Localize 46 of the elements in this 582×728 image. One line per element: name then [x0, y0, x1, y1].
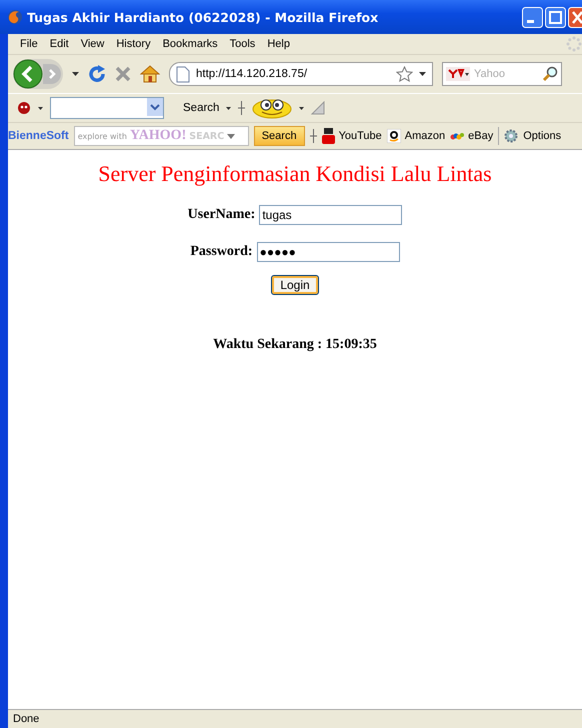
home-icon[interactable] [140, 65, 160, 83]
menu-item[interactable]: Bookmarks [156, 38, 224, 50]
reload-icon[interactable] [88, 65, 106, 83]
minimize-button[interactable] [522, 6, 543, 28]
field-label: Password: [190, 244, 253, 260]
yahoo-icon[interactable] [446, 67, 470, 81]
dropdown-icon[interactable] [226, 106, 232, 110]
menu-item[interactable]: History [110, 38, 157, 50]
search-button[interactable]: Search [254, 126, 305, 146]
menu-item[interactable]: Tools [224, 38, 262, 50]
gear-icon[interactable] [504, 129, 518, 143]
maximize-button[interactable] [545, 6, 566, 28]
chevron-down-icon[interactable] [147, 98, 163, 116]
menu-item[interactable]: Edit [44, 38, 75, 50]
toolbar-link[interactable]: YouTube [338, 130, 382, 142]
input-field[interactable]: tugas [259, 205, 402, 225]
grip-icon [310, 129, 317, 143]
field-label: UserName: [188, 207, 256, 223]
page-icon [176, 66, 190, 82]
dropdown-icon[interactable] [38, 106, 43, 110]
input-field[interactable]: ●●●●● [256, 242, 400, 262]
search-icon[interactable] [542, 66, 558, 82]
menu-item[interactable]: File [14, 38, 44, 50]
address-field[interactable]: http://114.120.218.75/ [169, 62, 433, 86]
options-menu[interactable]: Options [523, 130, 562, 142]
grip-icon [238, 101, 246, 115]
menu-item[interactable]: View [74, 38, 110, 50]
toolbar-link[interactable]: eBay [468, 130, 494, 142]
toolbar-link[interactable]: Amazon [404, 130, 446, 142]
back-forward-buttons[interactable] [13, 59, 63, 89]
smiley-icon[interactable] [252, 97, 292, 119]
youtube-icon[interactable] [322, 128, 335, 144]
search-button[interactable]: Search [183, 102, 220, 114]
login-button[interactable]: Login [271, 275, 319, 295]
status-text: Done [13, 713, 40, 725]
dropdown-icon[interactable] [299, 106, 304, 110]
star-icon[interactable] [396, 66, 413, 82]
search-combo-box[interactable] [50, 97, 164, 119]
dropdown-icon[interactable] [419, 72, 426, 76]
toolbar-brand[interactable]: BienneSoft [8, 130, 69, 142]
dropdown-icon[interactable] [72, 72, 79, 76]
current-time: Waktu Sekarang : 15:09:35 [213, 337, 377, 353]
menu-item[interactable]: Help [261, 38, 296, 50]
window-title: Tugas Akhir Hardianto (0622028) - Mozilla Firefox [27, 10, 380, 24]
page-heading: Server Penginformasian Kondisi Lalu Lintas [98, 161, 492, 187]
close-button[interactable] [568, 6, 582, 28]
